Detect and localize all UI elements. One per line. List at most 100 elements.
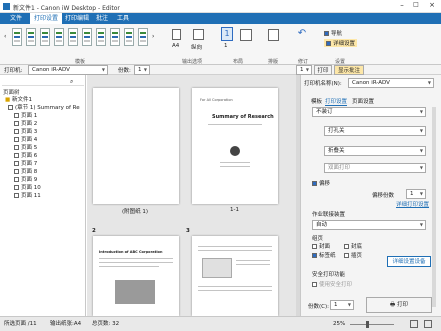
security-option-label: 使用安全打印 — [319, 282, 353, 288]
page-preview-blank[interactable] — [93, 88, 179, 204]
layout-icon[interactable]: 1 — [221, 27, 233, 41]
close-button[interactable]: × — [425, 1, 439, 11]
tab-paper-option[interactable]: 标签纸 — [312, 251, 336, 259]
window-title: 新文件1 - Canon iW Desktop - Editor — [13, 5, 120, 12]
search-icon[interactable]: ⌕ — [70, 78, 73, 86]
minimize-button[interactable]: – — [396, 1, 408, 11]
orientation-label[interactable]: 纵向 — [191, 43, 202, 51]
paper-size-label[interactable]: A4 — [172, 43, 179, 49]
tab-template[interactable]: 模板 — [311, 97, 322, 105]
back-cover-option[interactable]: 封底 — [344, 242, 362, 250]
punch-select[interactable]: 打孔关 — [324, 126, 426, 136]
template-thumb-6[interactable] — [82, 28, 92, 46]
binding-select[interactable]: 不装订 — [312, 107, 426, 117]
more-settings-link[interactable]: 详细打印设置 — [396, 200, 429, 208]
duplex-select[interactable]: 双面打印 — [324, 163, 426, 173]
menu-print-settings[interactable]: 打印设置 — [30, 13, 63, 24]
zoom-slider[interactable] — [350, 324, 394, 325]
layout-grid-icon[interactable] — [240, 29, 252, 41]
revision-icon[interactable]: ↶ — [296, 28, 308, 41]
folder-icon: ■ — [5, 97, 11, 103]
tree-page[interactable]: 页面 1 — [14, 112, 37, 120]
tab-print-settings[interactable]: 打印设置 — [325, 97, 348, 106]
paper-size-icon[interactable] — [172, 29, 181, 40]
copies-label: 份数: — [118, 68, 131, 74]
detail-check[interactable]: 详细设置 — [324, 39, 358, 47]
bottom-copies-label: 份数(C): — [308, 304, 329, 310]
print-button-top[interactable]: 打印 — [314, 65, 332, 75]
tree-page[interactable]: 页面 10 — [14, 184, 41, 192]
nav-check[interactable]: 导航 — [324, 29, 342, 37]
tree-page[interactable]: 页面 7 — [14, 160, 37, 168]
pages-input[interactable]: 1 — [296, 65, 312, 75]
nav-check-label: 导航 — [331, 31, 343, 37]
printer-select[interactable]: Canon iR-ADV — [28, 65, 108, 75]
template-thumb-8[interactable] — [110, 28, 120, 46]
security-label: 安全打印功能 — [312, 272, 346, 278]
fit-page-icon[interactable] — [424, 320, 432, 328]
printer-name-select[interactable]: Canon iR-ADV — [348, 78, 434, 88]
copies-input[interactable]: 1 — [134, 65, 150, 75]
tab-page-settings[interactable]: 页面设置 — [352, 97, 374, 105]
tree-page[interactable]: 页面 3 — [14, 128, 37, 136]
tree-page-label: 页面 7 — [21, 161, 38, 167]
tree-root[interactable]: ■ 新文件1 — [5, 96, 32, 104]
page-preview-article[interactable]: Introduction of ABC Corporation — [93, 236, 179, 316]
template-thumb-5[interactable] — [68, 28, 78, 46]
template-thumb-3[interactable] — [40, 28, 50, 46]
template-thumb-2[interactable] — [26, 28, 36, 46]
detail-check-label: 详细设置 — [333, 41, 356, 47]
group-label-revision: 修订 — [297, 59, 308, 65]
security-option[interactable]: 使用安全打印 — [312, 280, 352, 288]
status-pages: 所选页面 /11 — [4, 321, 37, 327]
layout-count[interactable]: 1 — [224, 43, 228, 49]
zoom-slider-thumb[interactable] — [366, 321, 369, 328]
page-preview-chart[interactable] — [192, 236, 278, 316]
group-label-arrange: 排版 — [267, 59, 278, 65]
menu-file[interactable]: 文件 — [6, 13, 26, 24]
advanced-device-button[interactable]: 详细设置设备 — [387, 256, 431, 267]
bottom-copies-input[interactable]: 1 — [330, 300, 354, 310]
offset-check[interactable]: 偏移 — [312, 179, 330, 187]
right-scrollbar[interactable] — [432, 107, 436, 307]
template-scroll-right[interactable]: › — [152, 33, 154, 40]
menu-annotation[interactable]: 批注 — [92, 13, 112, 24]
tree-page[interactable]: 页面 11 — [14, 192, 41, 200]
template-thumb-1[interactable] — [12, 28, 22, 46]
offset-copies-label: 偏移份数 — [372, 193, 395, 199]
menu-print-edit[interactable]: 打印编辑 — [61, 13, 93, 24]
tree-root-label: 新文件1 — [11, 97, 32, 103]
tree-page[interactable]: 页面 2 — [14, 120, 37, 128]
group-label-template: 模板 — [74, 59, 85, 65]
tree-page[interactable]: 页面 5 — [14, 144, 37, 152]
menu-tools[interactable]: 工具 — [113, 13, 133, 24]
show-annotation-button[interactable]: 显示批注 — [334, 65, 364, 75]
tree-page[interactable]: 页面 4 — [14, 136, 37, 144]
tree-page-label: 页面 6 — [21, 153, 38, 159]
tree-doc-check[interactable] — [8, 105, 13, 110]
page-preview-title[interactable]: For All Corporation Summary of Research — [192, 88, 278, 204]
tree-page[interactable]: 页面 6 — [14, 152, 37, 160]
tree-page[interactable]: 页面 8 — [14, 168, 37, 176]
cover-option[interactable]: 封面 — [312, 242, 330, 250]
tree-doc[interactable]: (章节 1) Summary of Re — [8, 104, 80, 112]
template-scroll-left[interactable]: ‹ — [4, 33, 6, 40]
article-title: Introduction of ABC Corporation — [99, 250, 163, 254]
print-button[interactable]: 🖶 打印 — [366, 297, 432, 313]
arrange-icon[interactable] — [268, 29, 279, 41]
offset-copies-input[interactable]: 1 — [406, 189, 426, 199]
template-thumb-9[interactable] — [124, 28, 134, 46]
tree-page[interactable]: 页面 9 — [14, 176, 37, 184]
offset-check-label: 偏移 — [319, 181, 331, 187]
tree-page-label: 页面 1 — [21, 113, 38, 119]
view-mode-icon[interactable] — [410, 320, 418, 328]
tree-page-label: 页面 4 — [21, 137, 38, 143]
fold-select[interactable]: 折叠关 — [324, 146, 426, 156]
maximize-button[interactable]: □ — [410, 1, 422, 11]
orientation-icon[interactable] — [193, 29, 204, 40]
template-thumb-7[interactable] — [96, 28, 106, 46]
finishing-select[interactable]: 自动 — [312, 220, 426, 230]
template-thumb-4[interactable] — [54, 28, 64, 46]
template-thumb-10[interactable] — [138, 28, 148, 46]
insert-option[interactable]: 插页 — [344, 251, 362, 259]
